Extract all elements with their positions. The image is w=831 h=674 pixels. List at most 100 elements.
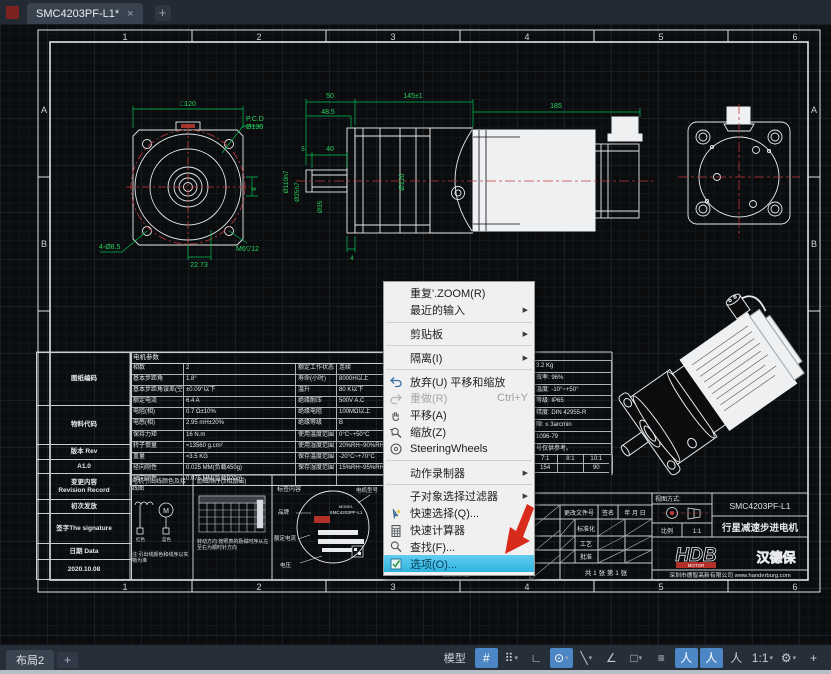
layout-tab[interactable]: 布局2 — [6, 650, 54, 670]
ortho-mode-icon[interactable]: ∟ — [525, 648, 548, 668]
file-tab[interactable]: SMC4203PF-L1* × — [27, 3, 143, 24]
menu-item-subobject-filter[interactable]: 子对象选择过滤器▶ — [384, 488, 534, 505]
options-check-icon — [389, 557, 403, 571]
gearbox-table-fragment: 3.2 Kg效率: 96%温度: -10°~+50°等级: IP65精度: DI… — [533, 360, 612, 473]
svg-text:2: 2 — [256, 582, 261, 592]
menu-item-quick-select[interactable]: 快速选择(Q)... — [384, 505, 534, 522]
object-snap-icon[interactable]: □ ▾ — [625, 648, 648, 668]
isometric-drafting-icon[interactable]: ╲ ▾ — [575, 648, 598, 668]
menu-item-clipboard[interactable]: 剪贴板▶ — [384, 326, 534, 343]
new-tab-button[interactable]: + — [155, 5, 171, 21]
menu-separator — [386, 460, 532, 461]
svg-text:签名: 签名 — [602, 509, 614, 517]
svg-text:3: 3 — [390, 32, 395, 42]
svg-text:4-Ø8.5: 4-Ø8.5 — [99, 244, 121, 251]
wire-red-label: 红色 — [136, 537, 145, 543]
ratio-cell: 10:1 — [584, 455, 609, 464]
menu-item-action-recorder[interactable]: 动作录制器▶ — [384, 464, 534, 481]
menu-item-find[interactable]: 查找(F)... — [384, 538, 534, 555]
find-icon — [389, 540, 403, 554]
menu-item-recent-input[interactable]: 最近的输入▶ — [384, 302, 534, 319]
wiring-title: 电机引出线颜色及接线图 — [132, 479, 190, 493]
customize-icon[interactable]: + — [802, 648, 825, 668]
menu-shortcut: Ctrl+Y — [497, 392, 528, 404]
table-row: 号仅供参考。 — [533, 444, 612, 456]
svg-text:标准化: 标准化 — [577, 525, 595, 533]
ratio-table: 7:18:110:115490 — [533, 455, 613, 473]
svg-text:深圳市德智高新有限公司 www.handerburg.com: 深圳市德智高新有限公司 www.handerburg.com — [669, 571, 791, 579]
revision-cell: 签字The signature — [37, 514, 131, 544]
tab-close-icon[interactable]: × — [127, 8, 133, 20]
excitation-note: 转动方向:按照表的励磁时序从左至右为顺时针方向 — [197, 539, 269, 551]
svg-text:4: 4 — [524, 582, 529, 592]
model-space-button[interactable]: 模型 — [438, 648, 472, 668]
projection-symbol-icon — [663, 508, 708, 520]
polar-tracking-icon[interactable]: ⊙ ▾ — [550, 648, 573, 668]
svg-text:5: 5 — [301, 147, 305, 153]
chevron-down-icon: ▾ — [769, 654, 773, 662]
chevron-down-icon: ▾ — [514, 654, 518, 662]
menu-item-zoom[interactable]: 缩放(Z) — [384, 424, 534, 441]
menu-separator — [386, 484, 532, 485]
side-view: 50 48.5 145±1 185 40 5 4 Ø25h7 Ø35 Ø110h… — [283, 93, 656, 262]
annotation-autoscale-icon[interactable]: 人 — [700, 648, 723, 668]
submenu-arrow-icon: ▶ — [523, 330, 528, 338]
svg-text:比例: 比例 — [661, 527, 673, 535]
redo-icon — [389, 392, 403, 406]
svg-text:6: 6 — [792, 32, 797, 42]
viewport-scale-button[interactable]: 1:1 ▾ — [750, 648, 775, 668]
menu-item-redo[interactable]: 重做(R) Ctrl+Y — [384, 390, 534, 407]
layout-add-button[interactable]: + — [57, 652, 78, 668]
app-icon — [6, 6, 19, 19]
svg-text:工艺: 工艺 — [580, 540, 592, 548]
revision-cell: 图纸编码 — [37, 353, 131, 406]
front-view: □120 P.C.D Ø130 4-Ø8.5 M6▽12 22.73 8 — [99, 101, 264, 269]
menu-item-pan[interactable]: 平移(A) — [384, 407, 534, 424]
menu-item-options[interactable]: 选项(O)... — [384, 555, 534, 572]
submenu-arrow-icon: ▶ — [523, 306, 528, 314]
annotation-scale-icon[interactable]: 人 — [725, 648, 748, 668]
zoom-icon — [389, 426, 403, 440]
ratio-cell — [558, 464, 583, 473]
menu-item-repeat-zoom[interactable]: 重复'.ZOOM(R) — [384, 285, 534, 302]
statusbar-icons: # ⠿ ▾ ∟ ⊙ ▾ ╲ ▾ ∠ □ ▾ ≡ 人 人 — [475, 648, 825, 668]
svg-text:更改文件号: 更改文件号 — [564, 509, 594, 517]
menu-item-quick-calculator[interactable]: 快速计算器 — [384, 522, 534, 539]
table-row: 温度: -10°~+50° — [533, 385, 612, 397]
revision-cell: 物料代码 — [37, 406, 131, 445]
svg-text:共 1 张 第 1 张: 共 1 张 第 1 张 — [585, 568, 628, 577]
snap-mode-icon[interactable]: ⠿ ▾ — [500, 648, 523, 668]
ratio-cell: 90 — [584, 464, 609, 473]
menu-separator — [386, 369, 532, 370]
drawing-canvas[interactable]: 12 34 56 12 34 56 AB AB — [0, 24, 831, 645]
menu-item-undo[interactable]: 放弃(U) 平移和缩放 — [384, 373, 534, 390]
svg-text:批准: 批准 — [580, 553, 592, 561]
grid-display-icon[interactable]: # — [475, 648, 498, 668]
label-diagram: MODEL SMC4203PF-L1 — [296, 491, 370, 563]
svg-text:MODEL: MODEL — [339, 504, 354, 509]
annotation-visibility-icon[interactable]: 人 — [675, 648, 698, 668]
chevron-down-icon: ▾ — [565, 654, 569, 662]
wiring-diagram — [135, 502, 173, 534]
menu-item-isolate[interactable]: 隔离(I)▶ — [384, 349, 534, 366]
svg-text:Ø110h7: Ø110h7 — [283, 170, 290, 193]
lineweight-icon[interactable]: ≡ — [650, 648, 673, 668]
rear-view — [678, 104, 800, 238]
svg-text:M6▽12: M6▽12 — [236, 246, 259, 253]
ratio-cell: 7:1 — [533, 455, 558, 464]
settings-gear-icon[interactable]: ⚙ ▾ — [777, 648, 800, 668]
excitation-table — [199, 496, 265, 532]
table-row: 等级: IP65 — [533, 396, 612, 408]
svg-text:40: 40 — [326, 146, 334, 153]
svg-text:22.73: 22.73 — [190, 262, 208, 269]
undo-icon — [389, 375, 403, 389]
bottom-strip — [0, 670, 831, 674]
iso-view — [586, 285, 814, 492]
svg-text:145±1: 145±1 — [403, 93, 423, 100]
svg-text:P.C.D: P.C.D — [246, 116, 264, 123]
object-snap-tracking-icon[interactable]: ∠ — [600, 648, 623, 668]
chevron-down-icon: ▾ — [793, 654, 797, 662]
svg-text:1: 1 — [122, 582, 127, 592]
menu-item-steeringwheels[interactable]: SteeringWheels — [384, 440, 534, 457]
svg-text:1: 1 — [122, 32, 127, 42]
